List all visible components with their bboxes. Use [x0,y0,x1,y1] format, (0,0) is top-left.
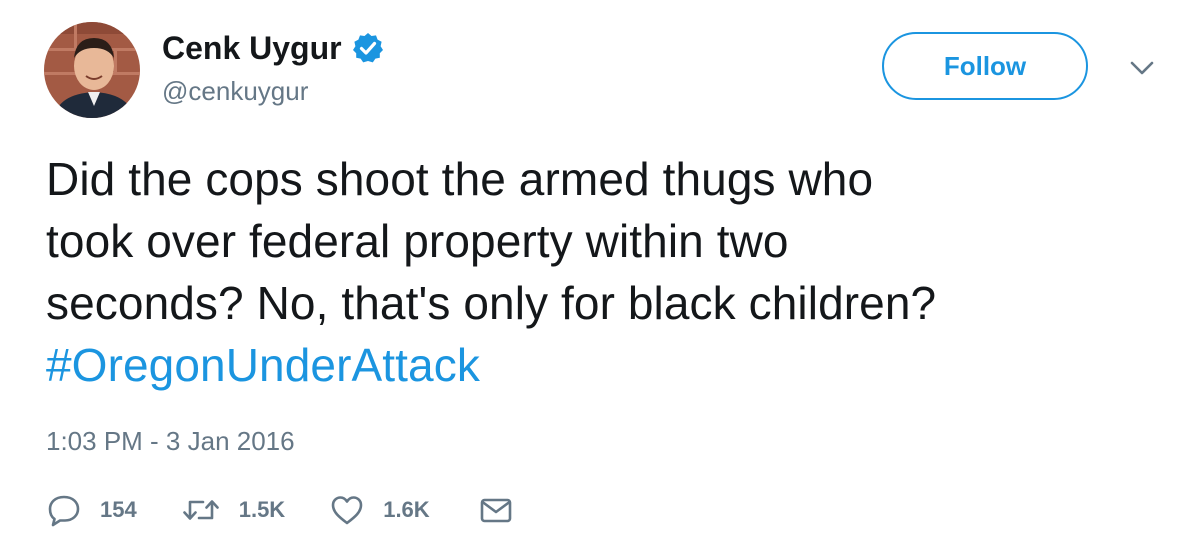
retweet-count: 1.5K [238,497,286,522]
tweet-text-line: Did the cops shoot the armed thugs who [46,153,874,205]
display-name[interactable]: Cenk Uygur [162,28,384,68]
like-button[interactable]: 1.6K [329,492,430,528]
verified-badge-icon [352,32,384,64]
user-handle[interactable]: @cenkuygur [162,74,308,108]
heart-icon [329,492,365,528]
tweet-text: Did the cops shoot the armed thugs who t… [46,148,1166,396]
reply-count: 154 [100,497,137,522]
retweet-icon [181,492,221,528]
like-count: 1.6K [383,497,430,522]
chevron-down-icon[interactable] [1128,56,1156,80]
follow-button[interactable]: Follow [882,32,1088,100]
direct-message-button[interactable] [478,492,514,528]
avatar[interactable] [44,22,140,118]
tweet-text-line: took over federal property within two [46,215,789,267]
hashtag-link[interactable]: #OregonUnderAttack [46,334,1166,396]
tweet-timestamp[interactable]: 1:03 PM - 3 Jan 2016 [46,424,295,458]
tweet-actions: 154 1.5K 1.6K [46,490,514,530]
reply-button[interactable]: 154 [46,492,137,528]
retweet-button[interactable]: 1.5K [181,492,285,528]
tweet-card: Cenk Uygur @cenkuygur Follow Did the cop… [0,0,1200,560]
reply-icon [46,492,82,528]
tweet-text-line: seconds? No, that's only for black child… [46,277,937,329]
envelope-icon [478,492,514,528]
display-name-text[interactable]: Cenk Uygur [162,28,342,68]
